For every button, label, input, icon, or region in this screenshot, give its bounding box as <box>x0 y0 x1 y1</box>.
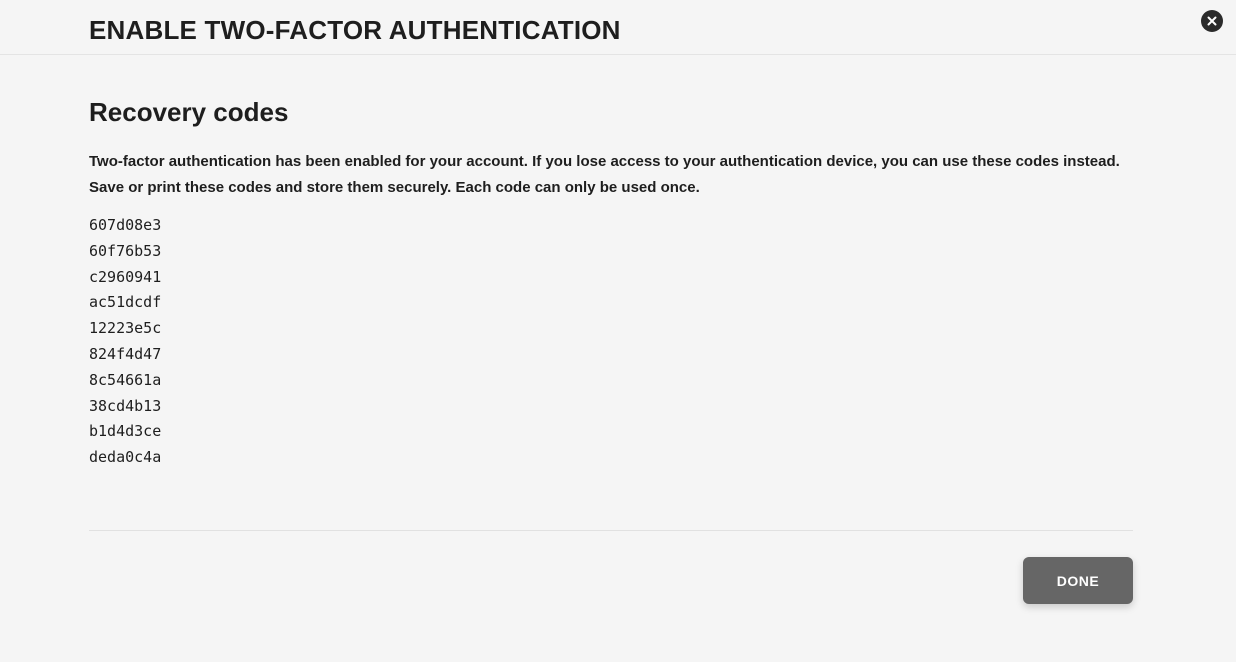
modal-header: ENABLE TWO-FACTOR AUTHENTICATION <box>0 0 1236 55</box>
recovery-code: 38cd4b13 <box>89 396 162 415</box>
recovery-code: 824f4d47 <box>89 344 162 363</box>
close-button[interactable] <box>1201 10 1223 32</box>
recovery-code: 607d08e3 <box>89 216 162 234</box>
done-button[interactable]: DONE <box>1023 557 1133 604</box>
recovery-code: deda0c4a <box>89 448 162 467</box>
modal-body: Recovery codes Two-factor authentication… <box>89 96 1133 471</box>
recovery-code: 60f76b53 <box>89 241 162 260</box>
recovery-description: Two-factor authentication has been enabl… <box>89 153 1120 196</box>
recovery-codes-list: 607d08e3 60f76b53 c2960941 ac51dcdf 1222… <box>89 213 1133 471</box>
modal-title: ENABLE TWO-FACTOR AUTHENTICATION <box>89 15 621 45</box>
recovery-codes-heading: Recovery codes <box>89 97 289 127</box>
recovery-code: 12223e5c <box>89 319 162 338</box>
recovery-code: 8c54661a <box>89 370 162 389</box>
two-factor-modal: ENABLE TWO-FACTOR AUTHENTICATION Recover… <box>0 0 1236 662</box>
recovery-code: b1d4d3ce <box>89 422 162 441</box>
footer-divider <box>89 530 1133 531</box>
recovery-code: c2960941 <box>89 267 162 286</box>
close-icon <box>1207 16 1217 26</box>
recovery-code: ac51dcdf <box>89 293 162 312</box>
